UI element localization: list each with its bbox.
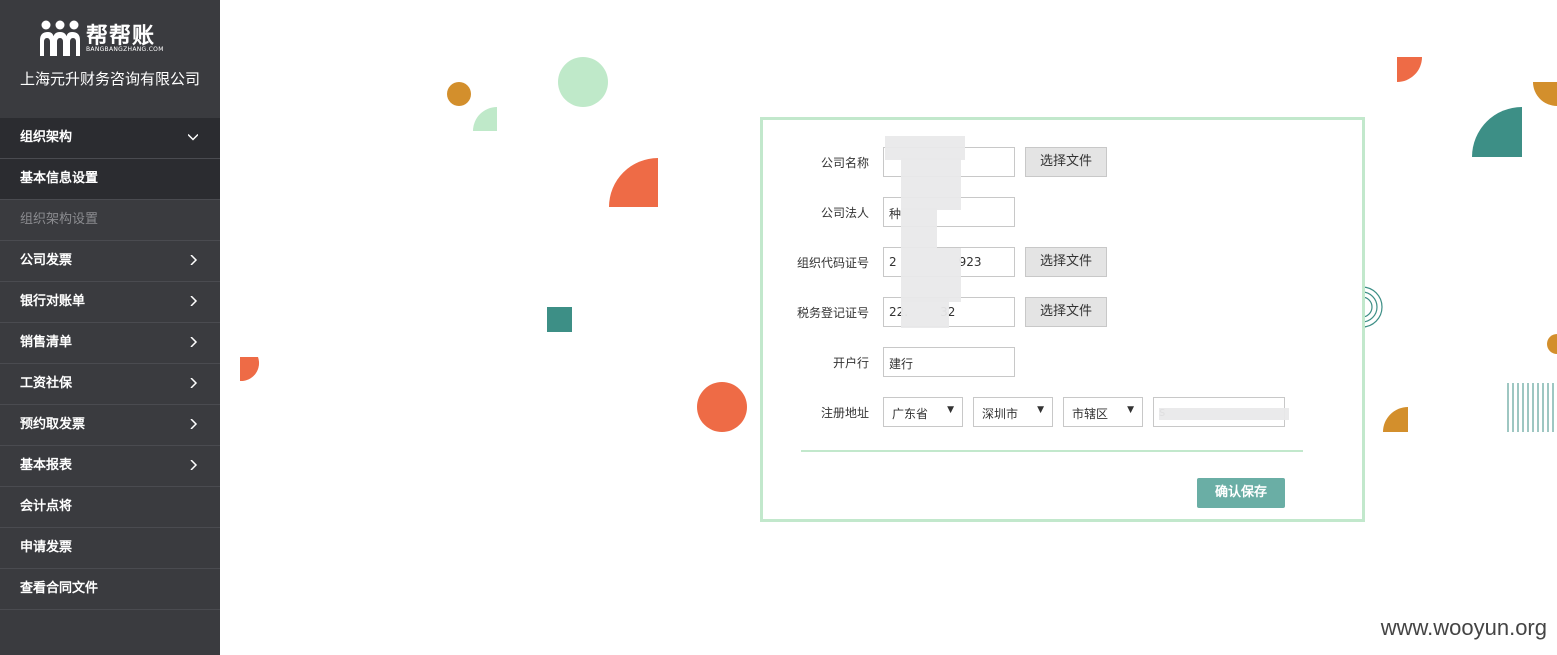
sidebar-item-basic-reports[interactable]: 基本报表 <box>0 446 220 487</box>
row-org-code: 组织代码证号 2 923 选择文件 <box>763 247 1362 277</box>
row-company-name: 公司名称 选择文件 <box>763 147 1362 177</box>
chevron-right-icon <box>190 337 198 347</box>
chevron-right-icon <box>190 460 198 470</box>
chevron-right-icon <box>190 378 198 388</box>
chevron-right-icon <box>190 419 198 429</box>
sidebar: 帮帮账 BANGBANGZHANG.COM 上海元升财务咨询有限公司 组织架构 … <box>0 0 220 655</box>
legal-person-value: 种 <box>889 207 902 221</box>
company-name: 上海元升财务咨询有限公司 <box>19 70 200 88</box>
sidebar-item-label: 银行对账单 <box>20 294 86 309</box>
org-code-file-button[interactable]: 选择文件 <box>1025 247 1107 277</box>
org-code-label: 组织代码证号 <box>796 256 869 270</box>
dropdown-arrow-icon: ▼ <box>947 405 954 415</box>
sidebar-item-label: 组织架构 <box>20 130 73 145</box>
redaction-overlay <box>901 298 949 328</box>
logo[interactable]: 帮帮账 BANGBANGZHANG.COM <box>38 18 178 60</box>
brand-area: 帮帮账 BANGBANGZHANG.COM 上海元升财务咨询有限公司 <box>0 0 220 118</box>
chevron-down-icon <box>188 133 198 141</box>
bank-input[interactable]: 建行 <box>883 347 1015 377</box>
sidebar-item-accountant[interactable]: 会计点将 <box>0 487 220 528</box>
sidebar-item-sales-list[interactable]: 销售清单 <box>0 323 220 364</box>
city-select[interactable]: 深圳市 ▼ <box>973 397 1053 427</box>
sidebar-item-label: 会计点将 <box>20 499 73 514</box>
sidebar-item-org-structure[interactable]: 组织架构 <box>0 118 220 159</box>
province-select[interactable]: 广东省 ▼ <box>883 397 963 427</box>
city-value: 深圳市 <box>982 407 1019 421</box>
redaction-overlay <box>901 158 961 210</box>
logo-subtext: BANGBANGZHANG.COM <box>86 46 164 53</box>
form-divider <box>801 450 1303 452</box>
row-tax-reg: 税务登记证号 22.32 选择文件 <box>763 297 1362 327</box>
company-name-label: 公司名称 <box>820 156 869 170</box>
chevron-right-icon <box>190 255 198 265</box>
sidebar-item-label: 销售清单 <box>20 335 73 350</box>
sidebar-item-contracts[interactable]: 查看合同文件 <box>0 569 220 610</box>
sidebar-item-label: 申请发票 <box>20 540 73 555</box>
row-bank: 开户行 建行 <box>763 347 1362 377</box>
sidebar-item-invoice-pickup[interactable]: 预约取发票 <box>0 405 220 446</box>
redaction-overlay <box>901 208 937 248</box>
row-legal-person: 公司法人 种 <box>763 197 1362 227</box>
org-code-value-end: 923 <box>958 255 982 269</box>
company-info-form: 公司名称 选择文件 公司法人 种 组织代码证号 2 923 选择文件 税务登记证号… <box>760 117 1365 522</box>
sidebar-item-company-invoice[interactable]: 公司发票 <box>0 241 220 282</box>
sidebar-item-bank-statement[interactable]: 银行对账单 <box>0 282 220 323</box>
sidebar-menu: 组织架构 基本信息设置 组织架构设置 公司发票 银行对账单 销售清单 工资社保 … <box>0 118 220 610</box>
tax-reg-file-button[interactable]: 选择文件 <box>1025 297 1107 327</box>
district-value: 市辖区 <box>1072 407 1109 421</box>
tax-reg-label: 税务登记证号 <box>796 306 869 320</box>
org-code-value-start: 2 <box>889 255 897 269</box>
company-name-file-button[interactable]: 选择文件 <box>1025 147 1107 177</box>
sidebar-item-label: 基本信息设置 <box>20 171 99 186</box>
dropdown-arrow-icon: ▼ <box>1037 405 1044 415</box>
legal-person-label: 公司法人 <box>820 206 869 220</box>
bank-label: 开户行 <box>832 356 869 370</box>
sidebar-item-label: 公司发票 <box>20 253 73 268</box>
sidebar-item-label: 预约取发票 <box>20 417 86 432</box>
watermark: www.wooyun.org <box>1380 615 1547 640</box>
sidebar-item-apply-invoice[interactable]: 申请发票 <box>0 528 220 569</box>
redaction-overlay <box>1159 408 1289 420</box>
dropdown-arrow-icon: ▼ <box>1127 405 1134 415</box>
chevron-right-icon <box>190 296 198 306</box>
sidebar-item-label: 工资社保 <box>20 376 73 391</box>
redaction-overlay <box>885 136 965 160</box>
sidebar-item-label: 组织架构设置 <box>20 212 99 227</box>
address-label: 注册地址 <box>820 406 869 420</box>
sidebar-item-basic-info[interactable]: 基本信息设置 <box>0 159 220 200</box>
sidebar-item-org-settings[interactable]: 组织架构设置 <box>0 200 220 241</box>
logo-people-icon <box>40 20 80 56</box>
sidebar-item-payroll[interactable]: 工资社保 <box>0 364 220 405</box>
district-select[interactable]: 市辖区 ▼ <box>1063 397 1143 427</box>
confirm-save-button[interactable]: 确认保存 <box>1197 478 1285 508</box>
province-value: 广东省 <box>892 407 929 421</box>
redaction-overlay <box>901 248 961 302</box>
sidebar-item-label: 查看合同文件 <box>20 581 99 596</box>
sidebar-item-label: 基本报表 <box>20 458 73 473</box>
